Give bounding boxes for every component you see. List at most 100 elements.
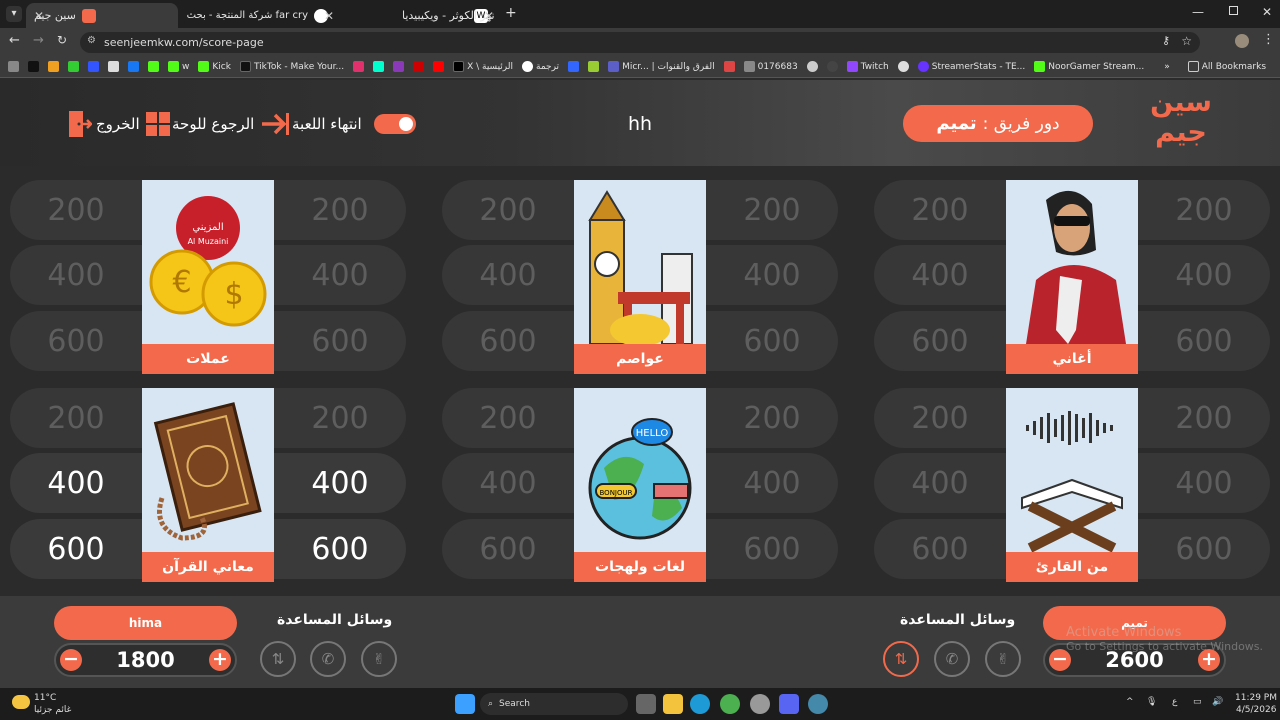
right-aid-hand-icon[interactable]: ✌ bbox=[985, 641, 1021, 677]
left-aid-phone-icon[interactable]: ✆ bbox=[310, 641, 346, 677]
tab-seenjeem[interactable]: سين جيم ✕ bbox=[26, 3, 178, 28]
star-icon[interactable]: ☆ bbox=[1181, 34, 1192, 48]
value-button-400[interactable]: 400 bbox=[1138, 453, 1270, 513]
discord-icon[interactable] bbox=[779, 694, 799, 714]
bookmark-translate[interactable]: ترجمة bbox=[522, 61, 559, 72]
tab-search-icon[interactable]: ▾ bbox=[6, 6, 22, 22]
taskbar-search[interactable]: ⌕ Search bbox=[480, 693, 628, 715]
value-button-200[interactable]: 200 bbox=[274, 180, 406, 240]
value-button-200[interactable]: 200 bbox=[442, 180, 574, 240]
left-team-name[interactable]: hima bbox=[54, 606, 237, 640]
value-button-200[interactable]: 200 bbox=[874, 180, 1006, 240]
bookmark-twitch[interactable]: Twitch bbox=[846, 61, 889, 72]
clock-date[interactable]: 4/5/2026 bbox=[1236, 705, 1276, 715]
value-button-200[interactable]: 200 bbox=[10, 180, 142, 240]
bookmark-teams[interactable]: Micr... | الفرق والقنوات bbox=[608, 61, 715, 72]
task-view-icon[interactable] bbox=[636, 694, 656, 714]
site-info-icon[interactable]: ⚙ bbox=[87, 35, 96, 46]
value-button-400[interactable]: 400 bbox=[10, 245, 142, 305]
mic-icon[interactable]: 🎙 bbox=[1146, 697, 1157, 707]
value-button-400[interactable]: 400 bbox=[274, 453, 406, 513]
bookmark-w[interactable]: w bbox=[168, 61, 189, 72]
value-button-600[interactable]: 600 bbox=[1138, 519, 1270, 579]
forward-icon[interactable]: → bbox=[33, 33, 44, 48]
bookmark-icon[interactable] bbox=[68, 61, 79, 72]
edge-icon[interactable] bbox=[690, 694, 710, 714]
value-button-400[interactable]: 400 bbox=[442, 453, 574, 513]
back-icon[interactable]: ← bbox=[9, 33, 20, 48]
exit-button[interactable]: الخروج bbox=[96, 111, 140, 137]
maximize-button[interactable] bbox=[1229, 6, 1238, 15]
tab-wikipedia[interactable]: W نهر الكوثر - ويكيبيديا ✕ bbox=[342, 3, 496, 28]
bookmark-number[interactable]: 0176683 bbox=[743, 61, 798, 72]
bookmark-streamerstats[interactable]: StreamerStats - TE... bbox=[917, 61, 1025, 72]
bookmark-icon[interactable] bbox=[393, 61, 405, 72]
value-button-600[interactable]: 600 bbox=[874, 311, 1006, 371]
bookmark-icon[interactable] bbox=[568, 61, 580, 72]
left-minus-button[interactable]: − bbox=[60, 649, 82, 671]
apps-icon[interactable] bbox=[8, 61, 19, 72]
bookmark-icon[interactable] bbox=[88, 61, 99, 72]
bookmark-icon[interactable] bbox=[806, 61, 818, 72]
profile-avatar[interactable] bbox=[1235, 34, 1249, 48]
bookmark-icon[interactable] bbox=[353, 61, 365, 72]
bookmark-noorgamer[interactable]: NoorGamer Stream... bbox=[1034, 61, 1144, 72]
close-icon[interactable]: ✕ bbox=[34, 9, 44, 23]
bookmark-x[interactable]: X \ الرئيسية bbox=[453, 61, 513, 72]
tab-google[interactable]: far cry شركة المنتجة - بحث Goog ✕ bbox=[184, 3, 336, 28]
end-game-toggle[interactable] bbox=[374, 114, 416, 134]
reload-icon[interactable]: ↻ bbox=[57, 33, 67, 47]
key-icon[interactable]: ⚷ bbox=[1162, 34, 1170, 47]
value-button-400[interactable]: 400 bbox=[874, 245, 1006, 305]
bookmark-icon[interactable] bbox=[28, 61, 39, 72]
value-button-600[interactable]: 600 bbox=[706, 311, 838, 371]
app-icon[interactable] bbox=[808, 694, 828, 714]
clock-time[interactable]: 11:29 PM bbox=[1235, 693, 1277, 703]
value-button-600[interactable]: 600 bbox=[874, 519, 1006, 579]
more-bookmarks-icon[interactable]: » bbox=[1164, 62, 1170, 72]
value-button-600[interactable]: 600 bbox=[274, 311, 406, 371]
close-icon[interactable]: ✕ bbox=[324, 9, 334, 23]
value-button-600[interactable]: 600 bbox=[10, 519, 142, 579]
value-button-400[interactable]: 400 bbox=[706, 245, 838, 305]
bookmark-icon[interactable] bbox=[588, 61, 600, 72]
value-button-600[interactable]: 600 bbox=[442, 311, 574, 371]
bookmark-icon[interactable] bbox=[826, 61, 838, 72]
left-plus-button[interactable]: + bbox=[209, 649, 231, 671]
bookmark-icon[interactable] bbox=[897, 61, 909, 72]
value-button-200[interactable]: 200 bbox=[274, 388, 406, 448]
bookmark-icon[interactable] bbox=[413, 61, 425, 72]
chrome-icon[interactable] bbox=[720, 694, 740, 714]
bookmark-icon[interactable] bbox=[48, 61, 59, 72]
value-button-200[interactable]: 200 bbox=[1138, 388, 1270, 448]
value-button-200[interactable]: 200 bbox=[706, 388, 838, 448]
file-explorer-icon[interactable] bbox=[663, 694, 683, 714]
end-game-button[interactable]: انتهاء اللعبة bbox=[292, 111, 362, 137]
tray-chevron-icon[interactable]: ^ bbox=[1126, 697, 1134, 707]
value-button-200[interactable]: 200 bbox=[1138, 180, 1270, 240]
right-aid-switch-icon[interactable]: ⇅ bbox=[883, 641, 919, 677]
value-button-400[interactable]: 400 bbox=[274, 245, 406, 305]
value-button-600[interactable]: 600 bbox=[274, 519, 406, 579]
bookmark-kick[interactable]: Kick bbox=[198, 61, 231, 72]
back-to-board-button[interactable]: الرجوع للوحة bbox=[172, 111, 290, 137]
left-aid-hand-icon[interactable]: ✌ bbox=[361, 641, 397, 677]
close-window-button[interactable]: ✕ bbox=[1262, 5, 1272, 19]
volume-icon[interactable]: 🔊 bbox=[1212, 697, 1223, 707]
value-button-400[interactable]: 400 bbox=[1138, 245, 1270, 305]
bookmark-icon[interactable] bbox=[128, 61, 139, 72]
bookmark-icon[interactable] bbox=[433, 61, 445, 72]
bookmark-icon[interactable] bbox=[723, 61, 735, 72]
all-bookmarks[interactable]: All Bookmarks bbox=[1187, 61, 1266, 72]
value-button-200[interactable]: 200 bbox=[874, 388, 1006, 448]
value-button-400[interactable]: 400 bbox=[442, 245, 574, 305]
value-button-600[interactable]: 600 bbox=[1138, 311, 1270, 371]
value-button-200[interactable]: 200 bbox=[10, 388, 142, 448]
close-icon[interactable]: ✕ bbox=[484, 9, 494, 23]
value-button-400[interactable]: 400 bbox=[874, 453, 1006, 513]
windows-start-icon[interactable] bbox=[455, 694, 475, 714]
bookmark-icon[interactable] bbox=[148, 61, 159, 72]
minimize-button[interactable]: — bbox=[1192, 5, 1204, 19]
language-indicator[interactable]: ع bbox=[1172, 697, 1177, 707]
value-button-200[interactable]: 200 bbox=[706, 180, 838, 240]
